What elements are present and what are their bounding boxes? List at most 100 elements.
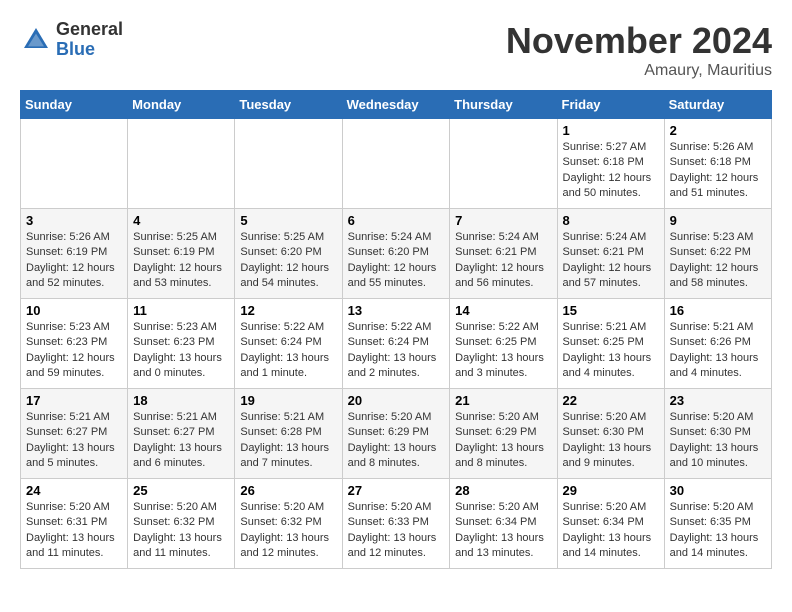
calendar-cell: 23 Sunrise: 5:20 AMSunset: 6:30 PMDayligh… — [664, 389, 771, 479]
day-number: 29 — [563, 483, 659, 498]
day-number: 2 — [670, 123, 766, 138]
day-number: 18 — [133, 393, 229, 408]
calendar-cell: 9 Sunrise: 5:23 AMSunset: 6:22 PMDaylight… — [664, 209, 771, 299]
logo-blue: Blue — [56, 40, 123, 60]
calendar-cell: 25 Sunrise: 5:20 AMSunset: 6:32 PMDayligh… — [128, 479, 235, 569]
calendar-cell: 19 Sunrise: 5:21 AMSunset: 6:28 PMDayligh… — [235, 389, 342, 479]
day-info: Sunrise: 5:24 AMSunset: 6:21 PMDaylight:… — [455, 230, 551, 292]
day-number: 23 — [670, 393, 766, 408]
day-number: 4 — [133, 213, 229, 228]
calendar-cell: 10Sunrise: 5:23 AMSunset: 6:23 PMDayligh… — [21, 299, 128, 389]
title-section: November 2024 Amaury, Mauritius — [506, 20, 772, 80]
day-info: Sunrise: 5:21 AMSunset: 6:28 PMDaylight:… — [240, 410, 336, 472]
logo: General Blue — [20, 20, 123, 60]
day-number: 13 — [348, 303, 445, 318]
day-info: Sunrise: 5:20 AMSunset: 6:32 PMDaylight:… — [133, 500, 229, 562]
day-number: 1 — [563, 123, 659, 138]
calendar-cell — [128, 119, 235, 209]
day-info: Sunrise: 5:20 AMSunset: 6:32 PMDaylight:… — [240, 500, 336, 562]
calendar-week-row: 10Sunrise: 5:23 AMSunset: 6:23 PMDayligh… — [21, 299, 772, 389]
day-info: Sunrise: 5:20 AMSunset: 6:29 PMDaylight:… — [455, 410, 551, 472]
calendar-cell: 11 Sunrise: 5:23 AMSunset: 6:23 PMDayligh… — [128, 299, 235, 389]
day-number: 24 — [26, 483, 122, 498]
logo-icon — [20, 24, 52, 56]
calendar-cell: 15Sunrise: 5:21 AMSunset: 6:25 PMDayligh… — [557, 299, 664, 389]
logo-general: General — [56, 20, 123, 40]
day-info: Sunrise: 5:20 AMSunset: 6:34 PMDaylight:… — [563, 500, 659, 562]
weekday-header: Monday — [128, 91, 235, 119]
day-info: Sunrise: 5:21 AMSunset: 6:27 PMDaylight:… — [26, 410, 122, 472]
day-number: 25 — [133, 483, 229, 498]
calendar-cell — [235, 119, 342, 209]
calendar-cell: 14Sunrise: 5:22 AMSunset: 6:25 PMDayligh… — [450, 299, 557, 389]
weekday-header: Friday — [557, 91, 664, 119]
day-info: Sunrise: 5:23 AMSunset: 6:22 PMDaylight:… — [670, 230, 766, 292]
day-number: 27 — [348, 483, 445, 498]
day-info: Sunrise: 5:20 AMSunset: 6:35 PMDaylight:… — [670, 500, 766, 562]
header: General Blue November 2024 Amaury, Mauri… — [20, 20, 772, 80]
day-info: Sunrise: 5:25 AMSunset: 6:20 PMDaylight:… — [240, 230, 336, 292]
day-info: Sunrise: 5:26 AMSunset: 6:18 PMDaylight:… — [670, 140, 766, 202]
logo-text: General Blue — [56, 20, 123, 60]
day-info: Sunrise: 5:25 AMSunset: 6:19 PMDaylight:… — [133, 230, 229, 292]
day-number: 14 — [455, 303, 551, 318]
calendar-week-row: 3 Sunrise: 5:26 AMSunset: 6:19 PMDaylight… — [21, 209, 772, 299]
day-number: 11 — [133, 303, 229, 318]
day-info: Sunrise: 5:20 AMSunset: 6:34 PMDaylight:… — [455, 500, 551, 562]
day-number: 8 — [563, 213, 659, 228]
calendar-cell: 26 Sunrise: 5:20 AMSunset: 6:32 PMDayligh… — [235, 479, 342, 569]
day-number: 9 — [670, 213, 766, 228]
day-number: 3 — [26, 213, 122, 228]
day-number: 28 — [455, 483, 551, 498]
calendar-cell: 3 Sunrise: 5:26 AMSunset: 6:19 PMDaylight… — [21, 209, 128, 299]
day-info: Sunrise: 5:27 AMSunset: 6:18 PMDaylight:… — [563, 140, 659, 202]
calendar-cell: 8 Sunrise: 5:24 AMSunset: 6:21 PMDaylight… — [557, 209, 664, 299]
calendar-cell: 7 Sunrise: 5:24 AMSunset: 6:21 PMDaylight… — [450, 209, 557, 299]
day-number: 7 — [455, 213, 551, 228]
weekday-header-row: SundayMondayTuesdayWednesdayThursdayFrid… — [21, 91, 772, 119]
day-number: 22 — [563, 393, 659, 408]
calendar-cell: 6Sunrise: 5:24 AMSunset: 6:20 PMDaylight… — [342, 209, 450, 299]
calendar: SundayMondayTuesdayWednesdayThursdayFrid… — [20, 90, 772, 569]
day-info: Sunrise: 5:20 AMSunset: 6:29 PMDaylight:… — [348, 410, 445, 472]
calendar-cell: 22 Sunrise: 5:20 AMSunset: 6:30 PMDayligh… — [557, 389, 664, 479]
weekday-header: Wednesday — [342, 91, 450, 119]
calendar-cell: 4 Sunrise: 5:25 AMSunset: 6:19 PMDaylight… — [128, 209, 235, 299]
calendar-cell: 27 Sunrise: 5:20 AMSunset: 6:33 PMDayligh… — [342, 479, 450, 569]
calendar-cell: 5Sunrise: 5:25 AMSunset: 6:20 PMDaylight… — [235, 209, 342, 299]
day-info: Sunrise: 5:20 AMSunset: 6:30 PMDaylight:… — [670, 410, 766, 472]
day-number: 6 — [348, 213, 445, 228]
weekday-header: Tuesday — [235, 91, 342, 119]
calendar-cell: 30 Sunrise: 5:20 AMSunset: 6:35 PMDayligh… — [664, 479, 771, 569]
day-info: Sunrise: 5:20 AMSunset: 6:30 PMDaylight:… — [563, 410, 659, 472]
calendar-cell: 13 Sunrise: 5:22 AMSunset: 6:24 PMDayligh… — [342, 299, 450, 389]
day-info: Sunrise: 5:23 AMSunset: 6:23 PMDaylight:… — [26, 320, 122, 382]
calendar-cell: 18Sunrise: 5:21 AMSunset: 6:27 PMDayligh… — [128, 389, 235, 479]
calendar-cell: 17 Sunrise: 5:21 AMSunset: 6:27 PMDayligh… — [21, 389, 128, 479]
day-number: 26 — [240, 483, 336, 498]
location-title: Amaury, Mauritius — [506, 62, 772, 80]
day-number: 20 — [348, 393, 445, 408]
weekday-header: Saturday — [664, 91, 771, 119]
day-info: Sunrise: 5:22 AMSunset: 6:24 PMDaylight:… — [348, 320, 445, 382]
calendar-cell: 16 Sunrise: 5:21 AMSunset: 6:26 PMDayligh… — [664, 299, 771, 389]
day-number: 16 — [670, 303, 766, 318]
day-number: 17 — [26, 393, 122, 408]
day-number: 19 — [240, 393, 336, 408]
calendar-week-row: 17 Sunrise: 5:21 AMSunset: 6:27 PMDayligh… — [21, 389, 772, 479]
calendar-cell: 29 Sunrise: 5:20 AMSunset: 6:34 PMDayligh… — [557, 479, 664, 569]
calendar-cell: 1 Sunrise: 5:27 AMSunset: 6:18 PMDaylight… — [557, 119, 664, 209]
calendar-cell — [21, 119, 128, 209]
day-info: Sunrise: 5:21 AMSunset: 6:26 PMDaylight:… — [670, 320, 766, 382]
weekday-header: Thursday — [450, 91, 557, 119]
calendar-cell: 24Sunrise: 5:20 AMSunset: 6:31 PMDayligh… — [21, 479, 128, 569]
day-info: Sunrise: 5:20 AMSunset: 6:33 PMDaylight:… — [348, 500, 445, 562]
calendar-cell: 12Sunrise: 5:22 AMSunset: 6:24 PMDayligh… — [235, 299, 342, 389]
day-info: Sunrise: 5:23 AMSunset: 6:23 PMDaylight:… — [133, 320, 229, 382]
day-number: 12 — [240, 303, 336, 318]
day-info: Sunrise: 5:26 AMSunset: 6:19 PMDaylight:… — [26, 230, 122, 292]
calendar-cell: 20 Sunrise: 5:20 AMSunset: 6:29 PMDayligh… — [342, 389, 450, 479]
day-number: 30 — [670, 483, 766, 498]
calendar-cell: 21Sunrise: 5:20 AMSunset: 6:29 PMDayligh… — [450, 389, 557, 479]
day-info: Sunrise: 5:24 AMSunset: 6:21 PMDaylight:… — [563, 230, 659, 292]
